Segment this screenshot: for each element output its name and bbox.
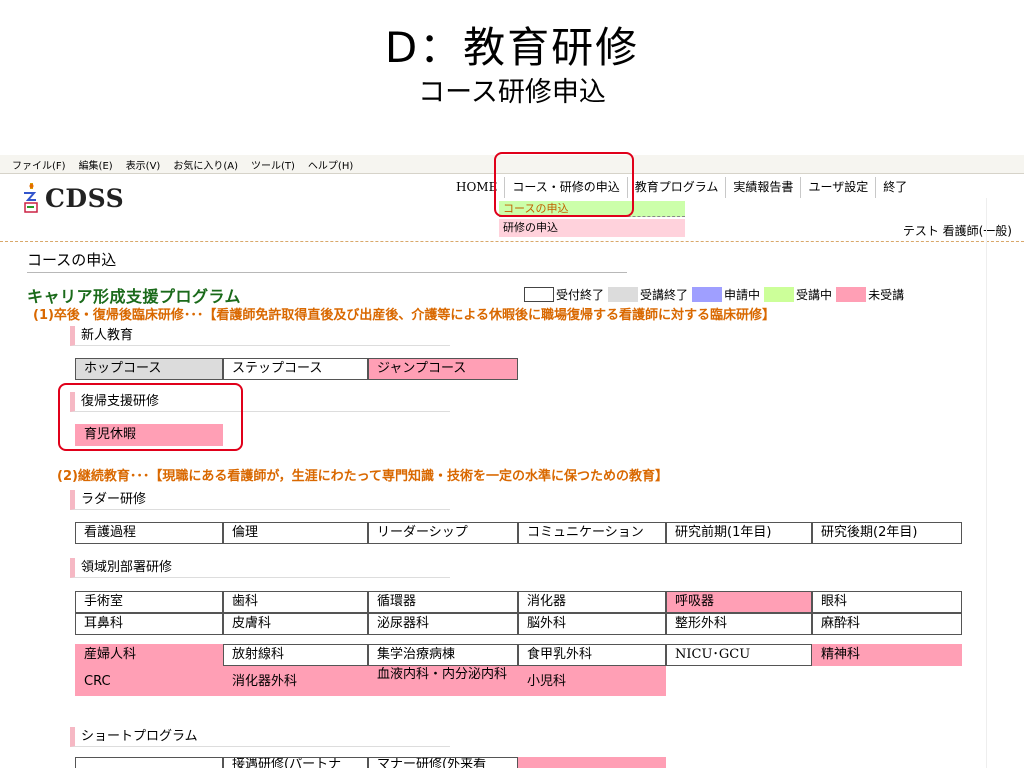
course-jump[interactable]: ジャンプコース bbox=[368, 358, 518, 380]
dept-psychiatry[interactable]: 精神科 bbox=[812, 644, 962, 666]
dept-cardiology[interactable]: 循環器 bbox=[368, 591, 518, 613]
legend-swatch-in-progress bbox=[764, 287, 795, 302]
dept-orthopedics[interactable]: 整形外科 bbox=[666, 613, 812, 635]
legend-swatch-closed bbox=[524, 287, 554, 302]
dept-thyroid-breast-surgery[interactable]: 食甲乳外科 bbox=[518, 644, 666, 666]
course-research-first[interactable]: 研究前期(1年目) bbox=[666, 522, 812, 544]
dept-ophthalmology[interactable]: 眼科 bbox=[812, 591, 962, 613]
program1-description: (1)卒後・復帰後臨床研修･･･【看護師免許取得直後及び出産後、介護等による休暇… bbox=[33, 308, 776, 323]
menu-help[interactable]: ヘルプ(H) bbox=[308, 157, 353, 172]
menu-favorites[interactable]: お気に入り(A) bbox=[173, 157, 238, 172]
logo-icon bbox=[24, 183, 38, 213]
callout-course-menu bbox=[494, 152, 634, 217]
dept-radiology[interactable]: 放射線科 bbox=[223, 644, 368, 666]
nav-report[interactable]: 実績報告書 bbox=[726, 177, 802, 198]
nav-education-program[interactable]: 教育プログラム bbox=[628, 177, 727, 198]
dept-crc[interactable]: CRC bbox=[75, 666, 223, 696]
dept-anesthesiology[interactable]: 麻酔科 bbox=[812, 613, 962, 635]
dept-urology[interactable]: 泌尿器科 bbox=[368, 613, 518, 635]
legend-label-not-taken: 未受講 bbox=[868, 288, 905, 302]
group-ladder: ラダー研修 bbox=[70, 490, 450, 510]
current-user: テスト 看護師(一般) bbox=[902, 224, 1012, 238]
status-legend: 受付終了 受講終了 申請中 受講中 未受講 bbox=[524, 286, 908, 303]
dept-obgyn[interactable]: 産婦人科 bbox=[75, 644, 223, 666]
page-heading: コースの申込 bbox=[27, 249, 627, 273]
legend-swatch-completed bbox=[608, 287, 639, 302]
logo-text: CDSS bbox=[45, 183, 125, 213]
course-ethics[interactable]: 倫理 bbox=[223, 522, 368, 544]
course-step[interactable]: ステップコース bbox=[223, 358, 368, 380]
course-nursing-process[interactable]: 看護過程 bbox=[75, 522, 223, 544]
legend-label-completed: 受講終了 bbox=[640, 288, 689, 302]
nav-exit[interactable]: 終了 bbox=[876, 177, 914, 198]
header-divider bbox=[0, 241, 1024, 242]
dept-neurosurgery[interactable]: 脳外科 bbox=[518, 613, 666, 635]
legend-swatch-applied bbox=[692, 287, 723, 302]
dept-hematology-endocrinology[interactable]: 血液内科・内分泌内科 bbox=[368, 666, 518, 696]
submenu-training-apply[interactable]: 研修の申込 bbox=[499, 219, 685, 237]
dept-dermatology[interactable]: 皮膚科 bbox=[223, 613, 368, 635]
nav-user-settings[interactable]: ユーザ設定 bbox=[801, 177, 877, 198]
group-departments: 領域別部署研修 bbox=[70, 558, 450, 578]
menu-file[interactable]: ファイル(F) bbox=[12, 157, 66, 172]
dept-gastro-surgery[interactable]: 消化器外科 bbox=[223, 666, 368, 696]
dept-nicu-gcu[interactable]: NICU･GCU bbox=[666, 644, 812, 666]
legend-label-closed: 受付終了 bbox=[556, 288, 605, 302]
legend-swatch-not-taken bbox=[836, 287, 867, 302]
short-course-reception[interactable]: 接遇研修(パートナ bbox=[223, 757, 368, 768]
dept-gastro[interactable]: 消化器 bbox=[518, 591, 666, 613]
dept-respiratory[interactable]: 呼吸器 bbox=[666, 591, 812, 613]
short-course-manners[interactable]: マナー研修(外来看 bbox=[368, 757, 518, 768]
menu-view[interactable]: 表示(V) bbox=[126, 157, 161, 172]
legend-label-in-progress: 受講中 bbox=[796, 288, 833, 302]
short-course-1[interactable] bbox=[75, 757, 223, 768]
course-leadership[interactable]: リーダーシップ bbox=[368, 522, 518, 544]
slide-subtitle: コース研修申込 bbox=[418, 77, 606, 108]
app-logo[interactable]: CDSS bbox=[22, 183, 124, 213]
program2-description: (2)継続教育･･･【現職にある看護師が，生涯にわたって専門知識・技術を一定の水… bbox=[57, 469, 668, 484]
course-research-second[interactable]: 研究後期(2年目) bbox=[812, 522, 962, 544]
page-edge bbox=[986, 198, 987, 768]
slide-title: D：教育研修 bbox=[384, 23, 640, 72]
course-communication[interactable]: コミュニケーション bbox=[518, 522, 666, 544]
dept-operating-room[interactable]: 手術室 bbox=[75, 591, 223, 613]
dept-intensive-care[interactable]: 集学治療病棟 bbox=[368, 644, 518, 666]
short-course-4[interactable] bbox=[518, 757, 666, 768]
dept-pediatrics[interactable]: 小児科 bbox=[518, 666, 666, 696]
callout-return-support bbox=[58, 383, 243, 451]
group-short-program: ショートプログラム bbox=[70, 727, 450, 747]
group-new-staff: 新人教育 bbox=[70, 326, 450, 346]
dept-ent[interactable]: 耳鼻科 bbox=[75, 613, 223, 635]
menu-tools[interactable]: ツール(T) bbox=[251, 157, 295, 172]
menu-edit[interactable]: 編集(E) bbox=[79, 157, 113, 172]
dept-dental[interactable]: 歯科 bbox=[223, 591, 368, 613]
course-hop[interactable]: ホップコース bbox=[75, 358, 223, 380]
legend-label-applied: 申請中 bbox=[724, 288, 761, 302]
